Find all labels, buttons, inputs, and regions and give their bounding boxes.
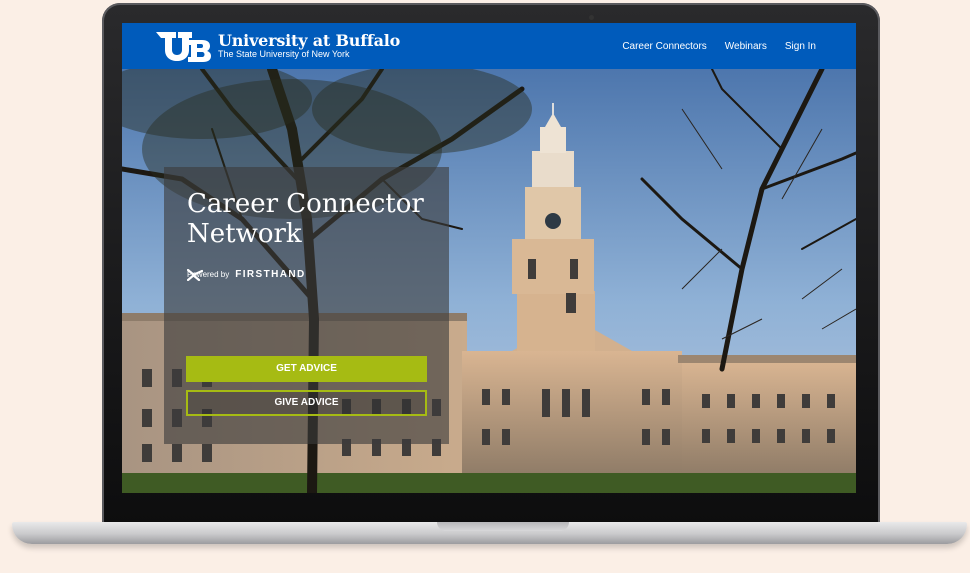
ub-logo[interactable]: University at Buffalo The State Universi… (154, 29, 400, 63)
get-advice-button[interactable]: GET ADVICE (186, 356, 427, 382)
firsthand-name: FIRSTHAND (235, 269, 306, 280)
nav-sign-in[interactable]: Sign In (785, 41, 816, 52)
hero-title-line-2: Network (187, 219, 302, 249)
main-nav: Career Connectors Webinars Sign In (622, 23, 816, 69)
brand-subtitle: The State University of New York (218, 49, 350, 59)
nav-career-connectors[interactable]: Career Connectors (622, 41, 706, 52)
site-header: University at Buffalo The State Universi… (122, 23, 856, 69)
brand-title: University at Buffalo (218, 31, 401, 50)
camera-icon (589, 15, 594, 20)
hero-title: Career Connector Network (187, 189, 437, 249)
laptop-notch (437, 522, 569, 531)
nav-webinars[interactable]: Webinars (725, 41, 767, 52)
ub-logo-icon (156, 32, 211, 62)
browser-screen: University at Buffalo The State Universi… (122, 23, 856, 493)
firsthand-logo-icon (187, 269, 203, 281)
give-advice-button[interactable]: GIVE ADVICE (186, 390, 427, 416)
laptop-base (12, 522, 967, 544)
powered-by: Powered by FIRSTHAND (187, 269, 306, 281)
hero-title-line-1: Career Connector (187, 189, 424, 219)
hero-section: Career Connector Network Powered by FIRS… (122, 69, 856, 493)
hero-card: Career Connector Network Powered by FIRS… (164, 167, 449, 444)
